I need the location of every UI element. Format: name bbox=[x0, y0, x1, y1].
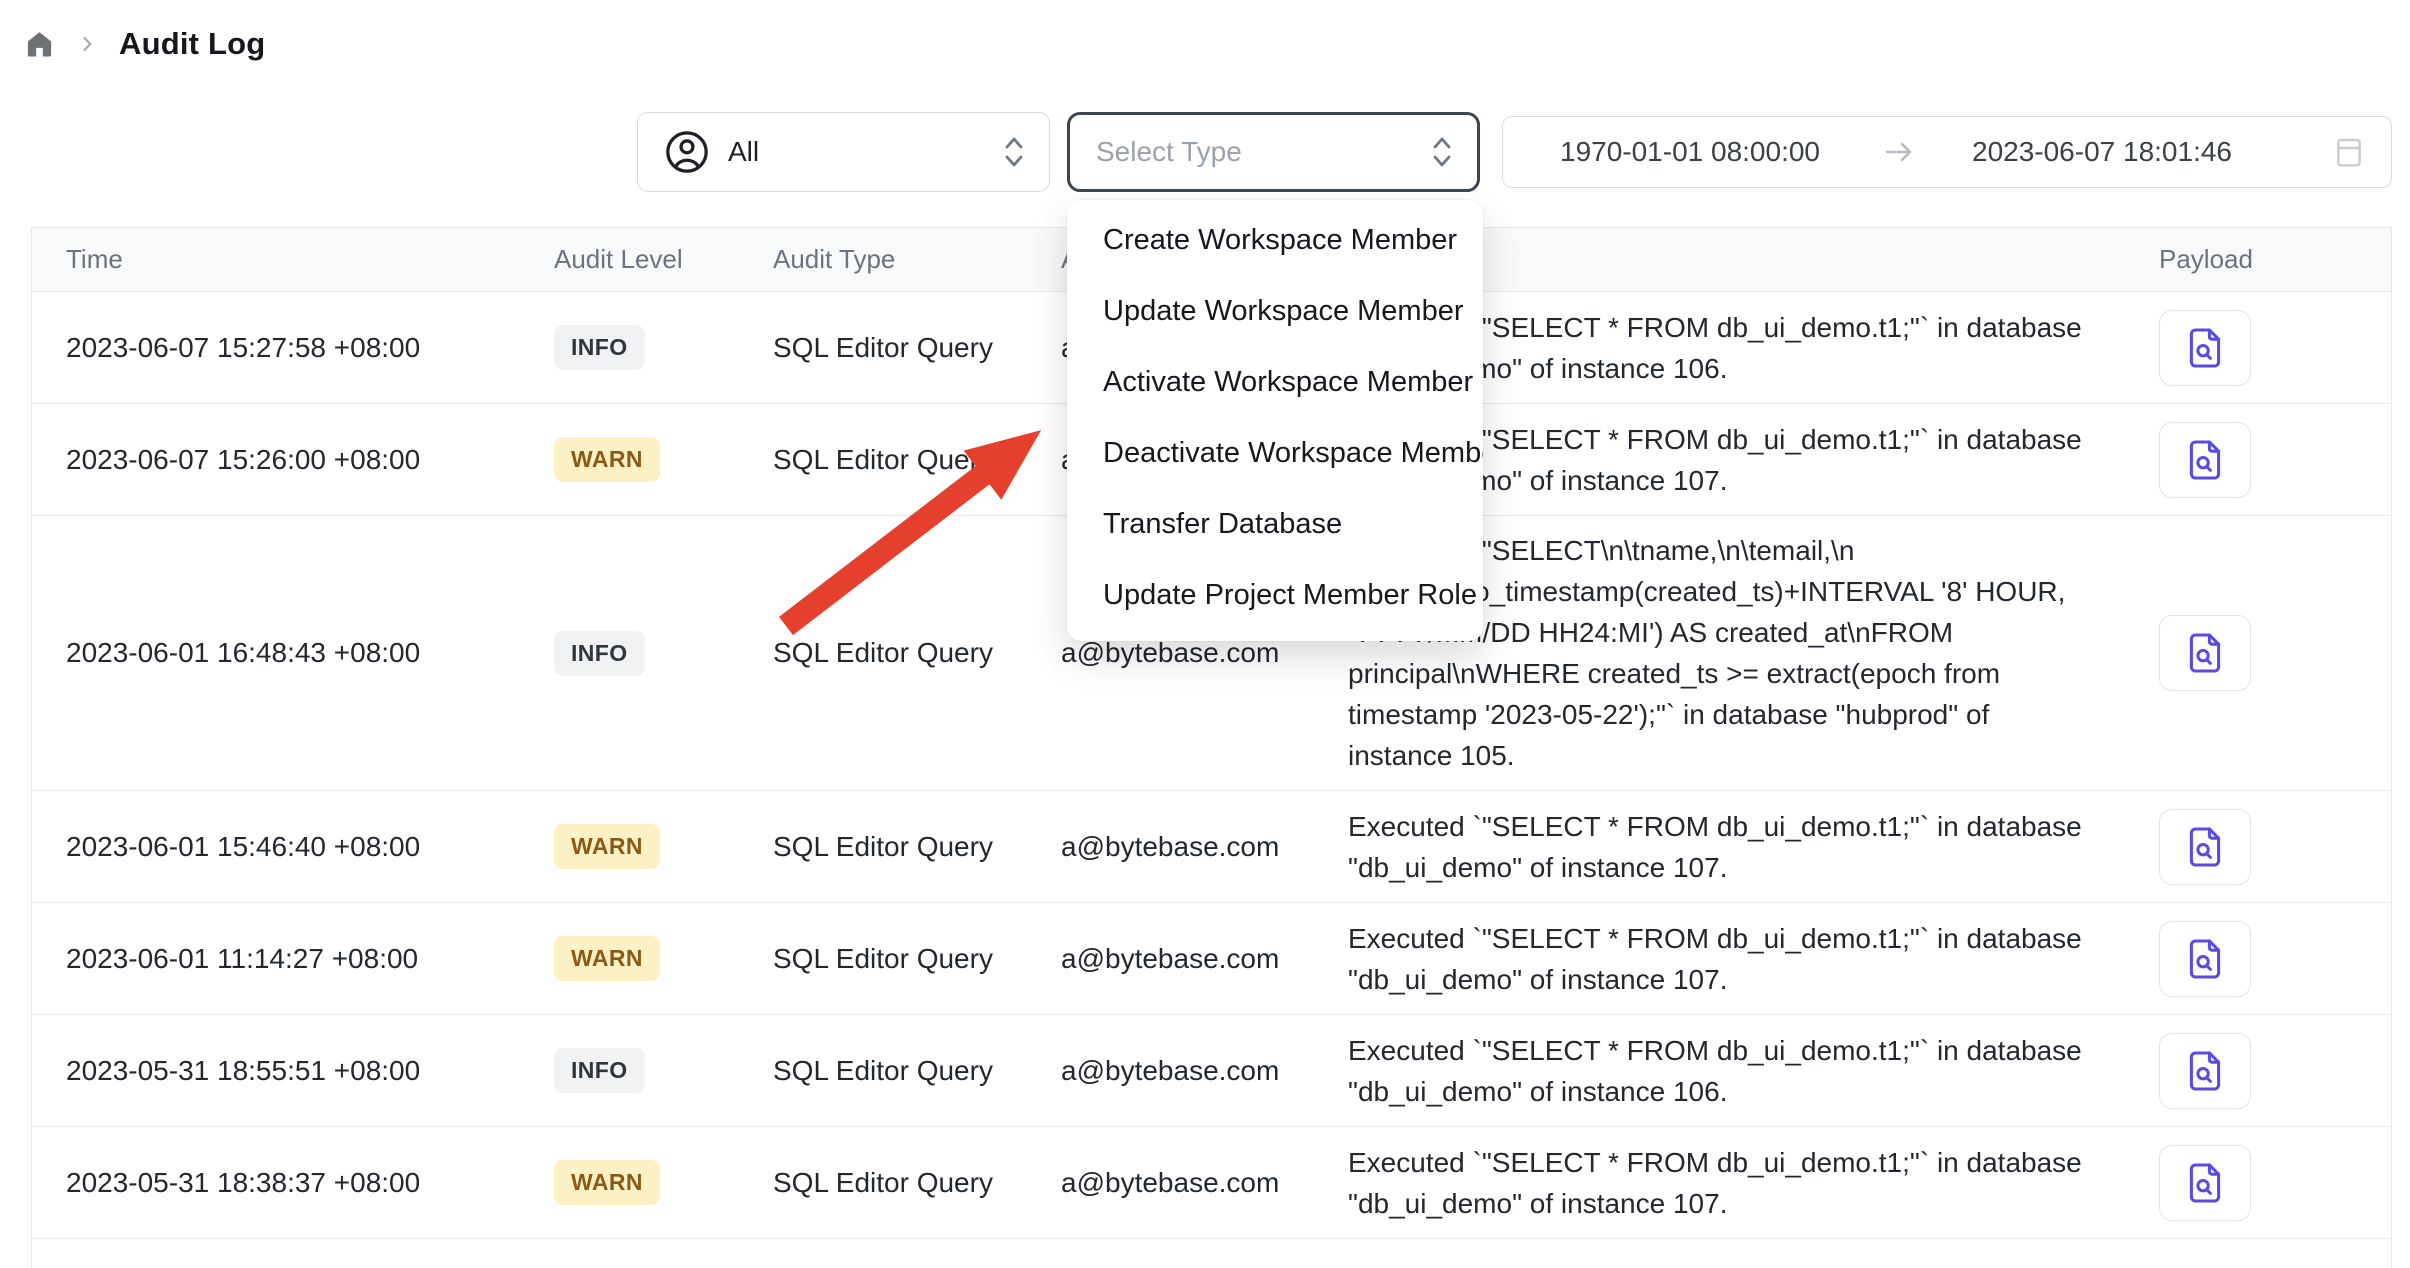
type-option[interactable]: Update Workspace Member bbox=[1067, 276, 1483, 347]
column-header-payload: Payload bbox=[2125, 244, 2393, 275]
view-payload-button[interactable] bbox=[2159, 1145, 2251, 1221]
page-title: Audit Log bbox=[119, 26, 265, 62]
chevron-up-down-icon bbox=[1429, 131, 1455, 173]
actor-filter-select[interactable]: All bbox=[637, 112, 1050, 192]
table-row: 2023-06-01 11:14:27 +08:00 WARN SQL Editor… bbox=[32, 903, 2391, 1015]
type-select-dropdown: Create Workspace MemberUpdate Workspace … bbox=[1067, 200, 1483, 641]
home-icon[interactable] bbox=[24, 29, 55, 60]
view-payload-button[interactable] bbox=[2159, 615, 2251, 691]
table-row-partial bbox=[32, 1239, 2391, 1268]
cell-audit-level: WARN bbox=[520, 936, 739, 981]
cell-comment: Executed `"SELECT * FROM db_ui_demo.t1;"… bbox=[1314, 1142, 2125, 1224]
cell-actor: a@bytebase.com bbox=[1027, 1055, 1314, 1087]
view-payload-button[interactable] bbox=[2159, 422, 2251, 498]
column-header-time: Time bbox=[32, 244, 520, 275]
file-search-icon bbox=[2182, 437, 2228, 483]
cell-audit-type: SQL Editor Query bbox=[739, 1167, 1027, 1199]
table-row: 2023-06-01 15:46:40 +08:00 WARN SQL Editor… bbox=[32, 791, 2391, 903]
cell-audit-type: SQL Editor Query bbox=[739, 332, 1027, 364]
cell-time: 2023-05-31 18:38:37 +08:00 bbox=[32, 1167, 520, 1199]
cell-audit-level: WARN bbox=[520, 437, 739, 482]
type-option[interactable]: Create Workspace Member bbox=[1067, 205, 1483, 276]
cell-audit-type: SQL Editor Query bbox=[739, 943, 1027, 975]
cell-time: 2023-06-01 15:46:40 +08:00 bbox=[32, 831, 520, 863]
cell-payload bbox=[2125, 1145, 2393, 1221]
filter-bar: All Select Type 1970-01-01 08:00:00 bbox=[0, 112, 2392, 192]
cell-time: 2023-06-01 11:14:27 +08:00 bbox=[32, 943, 520, 975]
audit-level-badge: WARN bbox=[554, 824, 660, 869]
breadcrumb-chevron-icon bbox=[77, 34, 97, 54]
audit-log-page: Audit Log All Select Type bbox=[0, 0, 2410, 1268]
actor-filter-value: All bbox=[728, 136, 759, 168]
view-payload-button[interactable] bbox=[2159, 809, 2251, 885]
view-payload-button[interactable] bbox=[2159, 310, 2251, 386]
cell-audit-level: INFO bbox=[520, 325, 739, 370]
file-search-icon bbox=[2182, 824, 2228, 870]
audit-level-badge: WARN bbox=[554, 936, 660, 981]
audit-level-badge: INFO bbox=[554, 631, 645, 676]
cell-comment: Executed `"SELECT * FROM db_ui_demo.t1;"… bbox=[1314, 918, 2125, 1000]
cell-payload bbox=[2125, 615, 2393, 691]
cell-time: 2023-06-07 15:27:58 +08:00 bbox=[32, 332, 520, 364]
cell-audit-level: INFO bbox=[520, 631, 739, 676]
cell-audit-level: INFO bbox=[520, 1048, 739, 1093]
date-range-start[interactable]: 1970-01-01 08:00:00 bbox=[1560, 136, 1820, 168]
calendar-icon[interactable] bbox=[2333, 134, 2365, 170]
cell-comment: Executed `"SELECT * FROM db_ui_demo.t1;"… bbox=[1314, 806, 2125, 888]
cell-audit-type: SQL Editor Query bbox=[739, 444, 1027, 476]
cell-payload bbox=[2125, 809, 2393, 885]
view-payload-button[interactable] bbox=[2159, 921, 2251, 997]
cell-audit-level: WARN bbox=[520, 824, 739, 869]
audit-level-badge: INFO bbox=[554, 1048, 645, 1093]
cell-time: 2023-06-01 16:48:43 +08:00 bbox=[32, 637, 520, 669]
type-filter-select[interactable]: Select Type bbox=[1067, 112, 1480, 192]
audit-level-badge: WARN bbox=[554, 437, 660, 482]
user-circle-icon bbox=[664, 129, 710, 175]
cell-time: 2023-06-07 15:26:00 +08:00 bbox=[32, 444, 520, 476]
file-search-icon bbox=[2182, 325, 2228, 371]
table-row: 2023-05-31 18:55:51 +08:00 INFO SQL Editor… bbox=[32, 1015, 2391, 1127]
cell-comment: Executed `"SELECT * FROM db_ui_demo.t1;"… bbox=[1314, 1030, 2125, 1112]
cell-audit-type: SQL Editor Query bbox=[739, 831, 1027, 863]
chevron-up-down-icon bbox=[1001, 131, 1027, 173]
cell-audit-type: SQL Editor Query bbox=[739, 637, 1027, 669]
type-option[interactable]: Activate Workspace Member bbox=[1067, 347, 1483, 418]
cell-actor: a@bytebase.com bbox=[1027, 831, 1314, 863]
audit-level-badge: WARN bbox=[554, 1160, 660, 1205]
audit-level-badge: INFO bbox=[554, 325, 645, 370]
cell-actor: a@bytebase.com bbox=[1027, 1167, 1314, 1199]
column-header-audit-level: Audit Level bbox=[520, 244, 739, 275]
date-range-picker[interactable]: 1970-01-01 08:00:00 2023-06-07 18:01:46 bbox=[1502, 116, 2392, 188]
cell-audit-level: WARN bbox=[520, 1160, 739, 1205]
file-search-icon bbox=[2182, 936, 2228, 982]
cell-payload bbox=[2125, 422, 2393, 498]
view-payload-button[interactable] bbox=[2159, 1033, 2251, 1109]
column-header-audit-type: Audit Type bbox=[739, 244, 1027, 275]
cell-payload bbox=[2125, 310, 2393, 386]
cell-payload bbox=[2125, 1033, 2393, 1109]
type-option[interactable]: Transfer Database bbox=[1067, 489, 1483, 560]
type-option[interactable]: Update Project Member Role bbox=[1067, 560, 1483, 631]
file-search-icon bbox=[2182, 630, 2228, 676]
cell-payload bbox=[2125, 921, 2393, 997]
type-filter-placeholder: Select Type bbox=[1096, 136, 1242, 168]
arrow-right-icon bbox=[1882, 137, 1916, 167]
cell-time: 2023-05-31 18:55:51 +08:00 bbox=[32, 1055, 520, 1087]
cell-audit-type: SQL Editor Query bbox=[739, 1055, 1027, 1087]
type-option[interactable]: Deactivate Workspace Member bbox=[1067, 418, 1483, 489]
breadcrumb: Audit Log bbox=[24, 26, 265, 62]
date-range-end[interactable]: 2023-06-07 18:01:46 bbox=[1972, 136, 2232, 168]
cell-actor: a@bytebase.com bbox=[1027, 943, 1314, 975]
file-search-icon bbox=[2182, 1048, 2228, 1094]
file-search-icon bbox=[2182, 1160, 2228, 1206]
table-row: 2023-05-31 18:38:37 +08:00 WARN SQL Editor… bbox=[32, 1127, 2391, 1239]
cell-actor: a@bytebase.com bbox=[1027, 637, 1314, 669]
